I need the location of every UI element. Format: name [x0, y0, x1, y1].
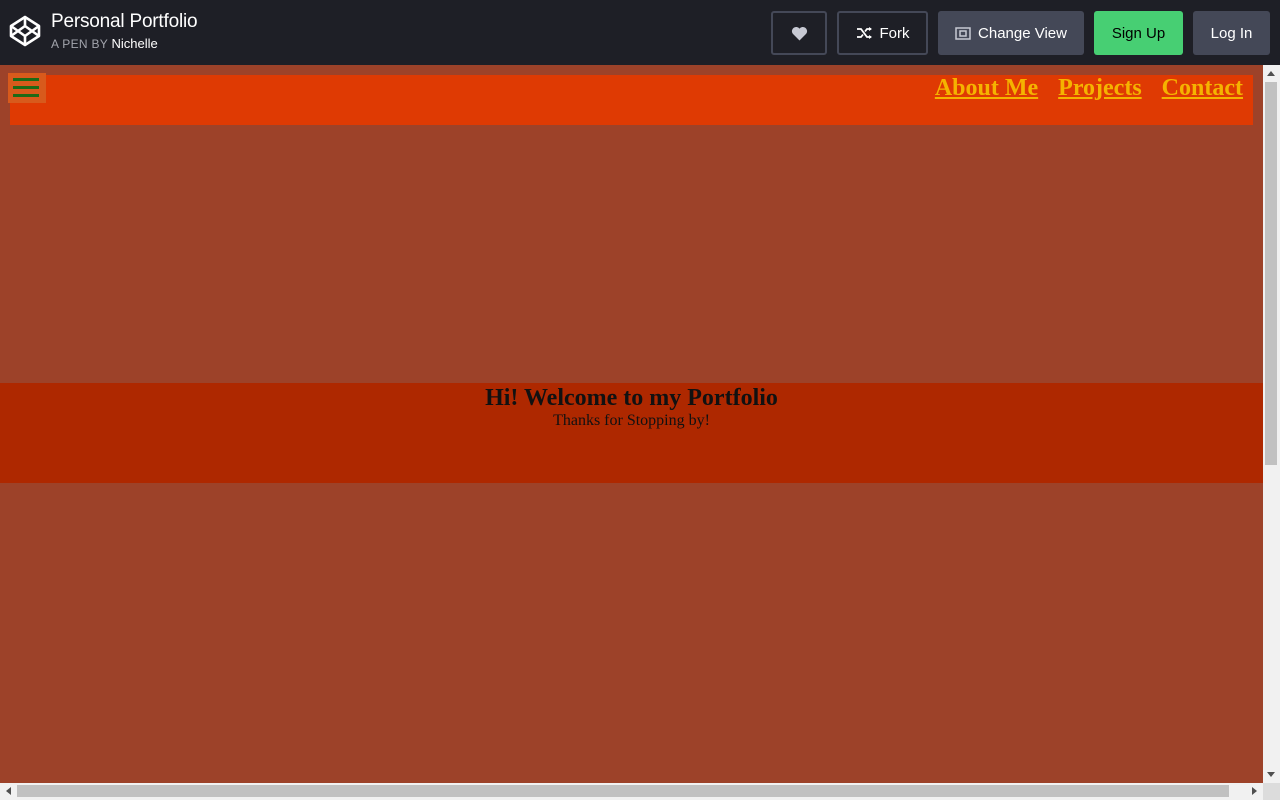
- nav-link-about-me[interactable]: About Me: [935, 75, 1038, 102]
- welcome-subtitle: Thanks for Stopping by!: [553, 412, 710, 429]
- nav-link-projects[interactable]: Projects: [1058, 75, 1142, 102]
- welcome-heading: Hi! Welcome to my Portfolio: [485, 385, 778, 411]
- hamburger-icon[interactable]: [8, 73, 46, 103]
- change-view-icon: [955, 26, 971, 40]
- pen-byline: A PEN BY Nichelle: [51, 36, 158, 51]
- change-view-label: Change View: [978, 24, 1067, 42]
- portfolio-navbar: About Me Projects Contact: [8, 73, 1253, 125]
- horizontal-scroll-thumb[interactable]: [17, 785, 1229, 797]
- hamburger-line: [13, 78, 39, 81]
- heart-icon: [791, 26, 807, 40]
- codepen-header: Personal Portfolio A PEN BY Nichelle For…: [0, 0, 1280, 65]
- scroll-up-arrow-icon[interactable]: [1267, 71, 1275, 76]
- horizontal-scrollbar[interactable]: [0, 783, 1263, 800]
- scrollbar-corner: [1263, 783, 1280, 800]
- vertical-scroll-thumb[interactable]: [1265, 82, 1277, 465]
- fork-label: Fork: [879, 24, 910, 42]
- byline-prefix: A PEN BY: [51, 37, 108, 51]
- scroll-right-arrow-icon[interactable]: [1252, 787, 1257, 795]
- nav-links: About Me Projects Contact: [915, 75, 1243, 102]
- hamburger-line: [13, 86, 39, 89]
- log-in-button[interactable]: Log In: [1193, 11, 1270, 55]
- welcome-section: Hi! Welcome to my Portfolio Thanks for S…: [0, 383, 1263, 483]
- author-link[interactable]: Nichelle: [112, 36, 158, 51]
- nav-link-contact[interactable]: Contact: [1162, 75, 1243, 102]
- pen-preview: About Me Projects Contact Hi! Welcome to…: [0, 65, 1263, 783]
- fork-icon: [856, 27, 872, 39]
- hamburger-line: [13, 94, 39, 97]
- pen-title: Personal Portfolio: [51, 11, 198, 32]
- sign-up-button[interactable]: Sign Up: [1094, 11, 1183, 55]
- codepen-logo-icon[interactable]: [9, 15, 41, 47]
- scroll-down-arrow-icon[interactable]: [1267, 772, 1275, 777]
- change-view-button[interactable]: Change View: [938, 11, 1084, 55]
- heart-button[interactable]: [771, 11, 827, 55]
- scroll-left-arrow-icon[interactable]: [6, 787, 11, 795]
- vertical-scrollbar[interactable]: [1263, 65, 1280, 783]
- fork-button[interactable]: Fork: [837, 11, 928, 55]
